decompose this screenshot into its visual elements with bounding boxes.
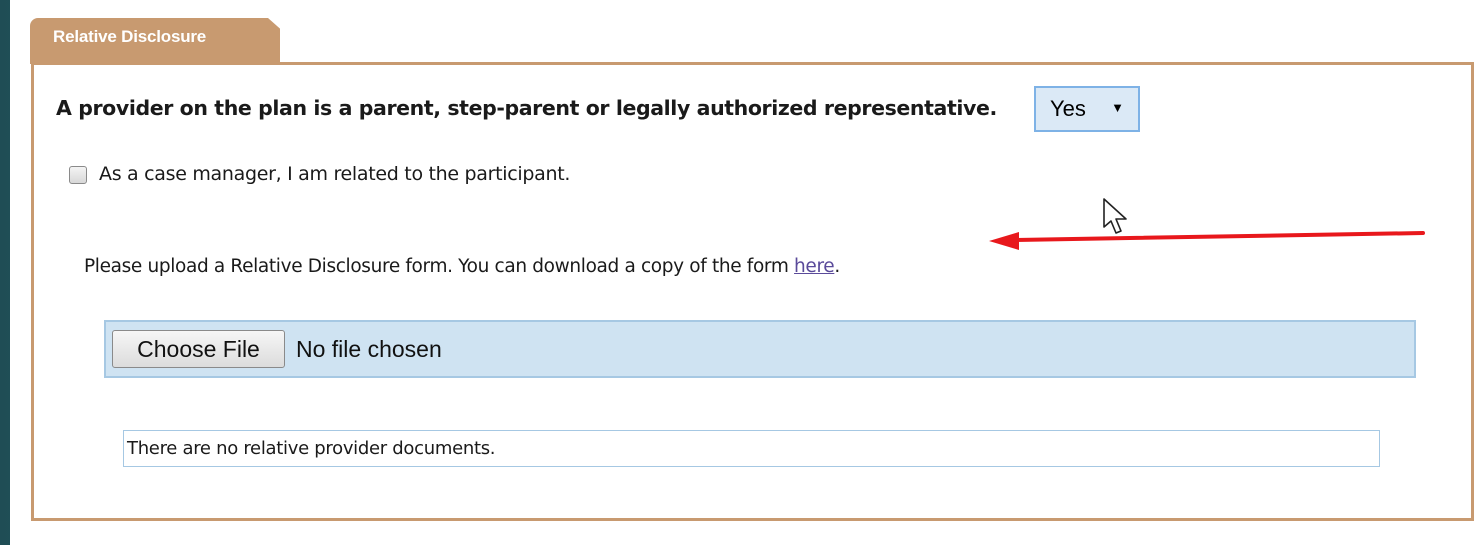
related-to-participant-checkbox[interactable] [69, 166, 87, 184]
file-status-text: No file chosen [296, 336, 442, 362]
download-form-link[interactable]: here [794, 256, 835, 277]
red-arrow-annotation-icon [989, 231, 1425, 250]
provider-relationship-select[interactable]: Yes ▼ [1034, 86, 1140, 132]
provider-relationship-question: A provider on the plan is a parent, step… [56, 96, 997, 120]
mouse-pointer-icon [1103, 198, 1127, 234]
section-tab-label: Relative Disclosure [53, 27, 207, 46]
select-value: Yes [1050, 96, 1086, 121]
no-documents-message: There are no relative provider documents… [127, 438, 496, 459]
section-tab: Relative Disclosure [30, 18, 280, 64]
relative-provider-documents-box: There are no relative provider documents… [123, 430, 1380, 467]
upload-instruction: Please upload a Relative Disclosure form… [84, 256, 840, 277]
upload-instruction-text: Please upload a Relative Disclosure form… [84, 256, 795, 277]
choose-file-button[interactable]: Choose File [112, 330, 285, 368]
related-to-participant-label: As a case manager, I am related to the p… [99, 163, 571, 185]
file-upload-bar: Choose File No file chosen [104, 320, 1416, 378]
dropdown-arrow-icon: ▼ [1111, 100, 1124, 115]
upload-instruction-suffix: . [834, 256, 840, 277]
